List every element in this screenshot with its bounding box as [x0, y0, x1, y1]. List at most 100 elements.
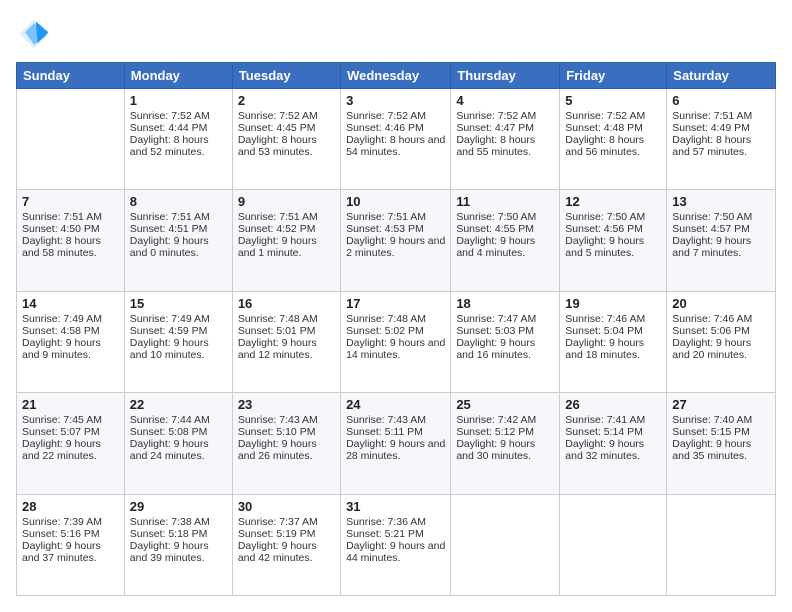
sunset-text: Sunset: 4:56 PM [565, 223, 661, 235]
calendar-cell: 22Sunrise: 7:44 AMSunset: 5:08 PMDayligh… [124, 393, 232, 494]
logo [16, 16, 56, 52]
sunrise-text: Sunrise: 7:49 AM [130, 313, 227, 325]
calendar-cell: 18Sunrise: 7:47 AMSunset: 5:03 PMDayligh… [451, 291, 560, 392]
sunset-text: Sunset: 4:46 PM [346, 122, 445, 134]
sunset-text: Sunset: 5:11 PM [346, 426, 445, 438]
daylight-text: Daylight: 8 hours and 52 minutes. [130, 134, 227, 158]
sunset-text: Sunset: 5:03 PM [456, 325, 554, 337]
calendar-cell [451, 494, 560, 595]
sunset-text: Sunset: 4:59 PM [130, 325, 227, 337]
week-row-2: 7Sunrise: 7:51 AMSunset: 4:50 PMDaylight… [17, 190, 776, 291]
daylight-text: Daylight: 9 hours and 10 minutes. [130, 337, 227, 361]
daylight-text: Daylight: 9 hours and 1 minute. [238, 235, 335, 259]
sunset-text: Sunset: 5:02 PM [346, 325, 445, 337]
sunrise-text: Sunrise: 7:41 AM [565, 414, 661, 426]
daylight-text: Daylight: 9 hours and 7 minutes. [672, 235, 770, 259]
day-header-friday: Friday [560, 63, 667, 89]
calendar-cell: 15Sunrise: 7:49 AMSunset: 4:59 PMDayligh… [124, 291, 232, 392]
week-row-3: 14Sunrise: 7:49 AMSunset: 4:58 PMDayligh… [17, 291, 776, 392]
sunrise-text: Sunrise: 7:43 AM [346, 414, 445, 426]
calendar-cell: 19Sunrise: 7:46 AMSunset: 5:04 PMDayligh… [560, 291, 667, 392]
daylight-text: Daylight: 9 hours and 30 minutes. [456, 438, 554, 462]
sunrise-text: Sunrise: 7:46 AM [565, 313, 661, 325]
calendar-cell: 8Sunrise: 7:51 AMSunset: 4:51 PMDaylight… [124, 190, 232, 291]
sunset-text: Sunset: 4:57 PM [672, 223, 770, 235]
calendar-cell: 20Sunrise: 7:46 AMSunset: 5:06 PMDayligh… [667, 291, 776, 392]
day-header-thursday: Thursday [451, 63, 560, 89]
logo-icon [16, 16, 52, 52]
day-header-wednesday: Wednesday [341, 63, 451, 89]
sunset-text: Sunset: 5:07 PM [22, 426, 119, 438]
sunset-text: Sunset: 4:45 PM [238, 122, 335, 134]
day-number: 24 [346, 397, 445, 412]
day-number: 8 [130, 194, 227, 209]
daylight-text: Daylight: 9 hours and 20 minutes. [672, 337, 770, 361]
calendar-cell: 1Sunrise: 7:52 AMSunset: 4:44 PMDaylight… [124, 89, 232, 190]
sunrise-text: Sunrise: 7:50 AM [456, 211, 554, 223]
sunset-text: Sunset: 5:14 PM [565, 426, 661, 438]
daylight-text: Daylight: 9 hours and 2 minutes. [346, 235, 445, 259]
day-number: 14 [22, 296, 119, 311]
day-number: 21 [22, 397, 119, 412]
daylight-text: Daylight: 9 hours and 37 minutes. [22, 540, 119, 564]
sunrise-text: Sunrise: 7:43 AM [238, 414, 335, 426]
calendar-cell: 11Sunrise: 7:50 AMSunset: 4:55 PMDayligh… [451, 190, 560, 291]
day-number: 25 [456, 397, 554, 412]
sunset-text: Sunset: 5:06 PM [672, 325, 770, 337]
sunset-text: Sunset: 5:16 PM [22, 528, 119, 540]
calendar-cell: 5Sunrise: 7:52 AMSunset: 4:48 PMDaylight… [560, 89, 667, 190]
sunrise-text: Sunrise: 7:50 AM [672, 211, 770, 223]
day-number: 31 [346, 499, 445, 514]
sunset-text: Sunset: 5:04 PM [565, 325, 661, 337]
calendar-cell: 6Sunrise: 7:51 AMSunset: 4:49 PMDaylight… [667, 89, 776, 190]
sunrise-text: Sunrise: 7:51 AM [346, 211, 445, 223]
calendar-cell: 4Sunrise: 7:52 AMSunset: 4:47 PMDaylight… [451, 89, 560, 190]
sunrise-text: Sunrise: 7:44 AM [130, 414, 227, 426]
day-number: 2 [238, 93, 335, 108]
sunset-text: Sunset: 4:47 PM [456, 122, 554, 134]
sunrise-text: Sunrise: 7:52 AM [130, 110, 227, 122]
day-number: 12 [565, 194, 661, 209]
day-number: 9 [238, 194, 335, 209]
day-number: 10 [346, 194, 445, 209]
day-number: 3 [346, 93, 445, 108]
day-header-monday: Monday [124, 63, 232, 89]
calendar-cell: 27Sunrise: 7:40 AMSunset: 5:15 PMDayligh… [667, 393, 776, 494]
sunset-text: Sunset: 4:50 PM [22, 223, 119, 235]
calendar-cell: 23Sunrise: 7:43 AMSunset: 5:10 PMDayligh… [232, 393, 340, 494]
sunset-text: Sunset: 4:48 PM [565, 122, 661, 134]
sunset-text: Sunset: 5:21 PM [346, 528, 445, 540]
daylight-text: Daylight: 8 hours and 58 minutes. [22, 235, 119, 259]
daylight-text: Daylight: 9 hours and 44 minutes. [346, 540, 445, 564]
sunrise-text: Sunrise: 7:51 AM [22, 211, 119, 223]
calendar-cell: 2Sunrise: 7:52 AMSunset: 4:45 PMDaylight… [232, 89, 340, 190]
day-number: 7 [22, 194, 119, 209]
sunset-text: Sunset: 5:01 PM [238, 325, 335, 337]
day-number: 6 [672, 93, 770, 108]
calendar-cell [17, 89, 125, 190]
calendar-cell: 13 Sunrise: 7:50 AMSunset: 4:57 PMDayligh… [667, 190, 776, 291]
daylight-text: Daylight: 9 hours and 16 minutes. [456, 337, 554, 361]
calendar-cell: 30Sunrise: 7:37 AMSunset: 5:19 PMDayligh… [232, 494, 340, 595]
sunrise-text: Sunrise: 7:37 AM [238, 516, 335, 528]
sunset-text: Sunset: 4:51 PM [130, 223, 227, 235]
sunrise-text: Sunrise: 7:45 AM [22, 414, 119, 426]
calendar-cell: 31Sunrise: 7:36 AMSunset: 5:21 PMDayligh… [341, 494, 451, 595]
sunset-text: Sunset: 4:55 PM [456, 223, 554, 235]
daylight-text: Daylight: 8 hours and 57 minutes. [672, 134, 770, 158]
day-number: 30 [238, 499, 335, 514]
calendar-cell [667, 494, 776, 595]
week-row-1: 1Sunrise: 7:52 AMSunset: 4:44 PMDaylight… [17, 89, 776, 190]
sunrise-text: Sunrise: 7:46 AM [672, 313, 770, 325]
sunrise-text: Sunrise: 7:40 AM [672, 414, 770, 426]
calendar-cell: 14Sunrise: 7:49 AMSunset: 4:58 PMDayligh… [17, 291, 125, 392]
day-number: 1 [130, 93, 227, 108]
calendar-cell: 10Sunrise: 7:51 AMSunset: 4:53 PMDayligh… [341, 190, 451, 291]
day-number: 13 [672, 194, 770, 209]
daylight-text: Daylight: 9 hours and 39 minutes. [130, 540, 227, 564]
daylight-text: Daylight: 9 hours and 42 minutes. [238, 540, 335, 564]
sunrise-text: Sunrise: 7:48 AM [238, 313, 335, 325]
sunrise-text: Sunrise: 7:48 AM [346, 313, 445, 325]
daylight-text: Daylight: 9 hours and 32 minutes. [565, 438, 661, 462]
calendar-cell: 24Sunrise: 7:43 AMSunset: 5:11 PMDayligh… [341, 393, 451, 494]
